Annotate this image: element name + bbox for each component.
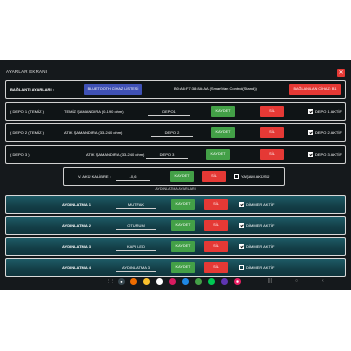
app-icon-8[interactable]	[208, 278, 215, 285]
tank-label: ( DEPO 1 (TEMİZ )	[10, 109, 44, 114]
battery-calibration-input[interactable]: -0,6	[116, 172, 150, 181]
app-icon-6[interactable]	[182, 278, 189, 285]
bluetooth-list-button[interactable]: BLUETOOTH CİHAZ LİSTESİ	[84, 84, 142, 95]
tank-row-3: ( DEPO 3 ) ATIK ŞAMANDIRA (33-240 ohm) D…	[5, 145, 346, 164]
tank-label: ( DEPO 3 )	[10, 152, 30, 157]
tank-name-input[interactable]: DEPO 2	[151, 128, 193, 137]
light-row-2: AYDINLATMA 2 OTURUM KAYDET SİL DİMMER AK…	[5, 216, 346, 235]
tank-label: ( DEPO 2 (TEMİZ )	[10, 130, 44, 135]
app-icon-3[interactable]	[143, 278, 150, 285]
save-button[interactable]: KAYDET	[211, 106, 235, 117]
save-button[interactable]: KAYDET	[170, 171, 194, 182]
home-icon[interactable]: ○	[295, 278, 298, 285]
delete-button[interactable]: SİL	[204, 241, 228, 252]
dimmer-label: DİMMER AKTİF	[246, 265, 275, 270]
tank-active-checkbox[interactable]	[308, 109, 313, 114]
app-icon-9[interactable]	[221, 278, 228, 285]
light-label: AYDINLATMA 1	[62, 202, 91, 207]
battery-calibration-row: V. AKÜ KALİBRE : -0,6 KAYDET SİL YAŞAM A…	[63, 167, 285, 186]
light-name-input[interactable]: OTURUM	[116, 221, 156, 230]
connection-row: BAĞLANTI AYARLARI : BLUETOOTH CİHAZ LİST…	[5, 80, 346, 99]
light-label: AYDINLATMA 4	[62, 265, 91, 270]
app-icon-5[interactable]	[169, 278, 176, 285]
tank-sensor: ATIK ŞAMANDIRA (33-240 ohm)	[64, 130, 123, 135]
battery-alarm-label: YAŞAM AKÜSÜ	[241, 174, 270, 179]
delete-button[interactable]: SİL	[202, 171, 226, 182]
recents-icon[interactable]: |||	[268, 278, 272, 285]
delete-button[interactable]: SİL	[260, 127, 284, 138]
delete-button[interactable]: SİL	[260, 149, 284, 160]
dimmer-checkbox[interactable]	[239, 265, 244, 270]
connection-label: BAĞLANTI AYARLARI :	[10, 87, 55, 92]
tank-name-input[interactable]: DEPO1	[148, 107, 190, 116]
delete-button[interactable]: SİL	[204, 220, 228, 231]
dimmer-checkbox[interactable]	[239, 202, 244, 207]
dimmer-checkbox[interactable]	[239, 223, 244, 228]
dimmer-label: DİMMER AKTİF	[246, 223, 275, 228]
app-screen: AYARLAR EKRANI ✕ BAĞLANTI AYARLARI : BLU…	[0, 60, 351, 290]
tank-active-checkbox[interactable]	[308, 130, 313, 135]
light-label: AYDINLATMA 2	[62, 223, 91, 228]
save-button[interactable]: KAYDET	[171, 262, 195, 273]
light-name-input[interactable]: KAPI LED	[116, 242, 156, 251]
light-row-4: AYDINLATMA 4 AYDINLATMA 3 KAYDET SİL DİM…	[5, 258, 346, 277]
save-button[interactable]: KAYDET	[211, 127, 235, 138]
battery-label: V. AKÜ KALİBRE :	[78, 174, 111, 179]
device-info: B0:A6:F7:38:8A:AA (SmartVan Control(Stan…	[174, 86, 257, 91]
tank-sensor: TEMİZ ŞAMANDIRA (0-190 ohm)	[64, 109, 124, 114]
system-navbar: ⋮⋮ ● ✱ ||| ○ ‹	[0, 278, 351, 288]
tank-active-label: DEPO 1 AKTİF	[315, 109, 342, 114]
save-button[interactable]: KAYDET	[206, 149, 230, 160]
tank-row-1: ( DEPO 1 (TEMİZ ) TEMİZ ŞAMANDIRA (0-190…	[5, 102, 346, 121]
lighting-section-label: AYDINLATMA AYARLARI	[155, 187, 196, 191]
delete-button[interactable]: SİL	[260, 106, 284, 117]
app-icon-1[interactable]: ●	[118, 278, 125, 285]
light-label: AYDINLATMA 3	[62, 244, 91, 249]
tank-active-checkbox[interactable]	[308, 152, 313, 157]
dimmer-label: DİMMER AKTİF	[246, 202, 275, 207]
dimmer-label: DİMMER AKTİF	[246, 244, 275, 249]
tank-active-label: DEPO 3 AKTİF	[315, 152, 342, 157]
delete-button[interactable]: SİL	[204, 262, 228, 273]
tank-active-label: DEPO 2 AKTİF	[315, 130, 342, 135]
light-row-3: AYDINLATMA 3 KAPI LED KAYDET SİL DİMMER …	[5, 237, 346, 256]
back-icon[interactable]: ‹	[322, 278, 324, 285]
save-button[interactable]: KAYDET	[171, 199, 195, 210]
light-row-1: AYDINLATMA 1 MUTFAK KAYDET SİL DİMMER AK…	[5, 195, 346, 214]
delete-button[interactable]: SİL	[204, 199, 228, 210]
connected-device-button[interactable]: BAĞLANILAN CİHAZ: B1	[289, 84, 341, 95]
save-button[interactable]: KAYDET	[171, 220, 195, 231]
light-name-input[interactable]: AYDINLATMA 3	[116, 263, 156, 272]
app-icon-4[interactable]	[156, 278, 163, 285]
app-icon-7[interactable]	[195, 278, 202, 285]
tank-sensor: ATIK ŞAMANDIRA (33-240 ohm)	[86, 152, 145, 157]
app-icon-10[interactable]: ✱	[234, 278, 241, 285]
tank-name-input[interactable]: DEPO 3	[146, 150, 188, 159]
light-name-input[interactable]: MUTFAK	[116, 200, 156, 209]
battery-alarm-checkbox[interactable]	[234, 174, 239, 179]
app-icon-2[interactable]	[130, 278, 137, 285]
title-bar: AYARLAR EKRANI ✕	[0, 66, 351, 80]
save-button[interactable]: KAYDET	[171, 241, 195, 252]
page-title: AYARLAR EKRANI	[6, 69, 48, 74]
dimmer-checkbox[interactable]	[239, 244, 244, 249]
close-button[interactable]: ✕	[337, 69, 345, 77]
tank-row-2: ( DEPO 2 (TEMİZ ) ATIK ŞAMANDIRA (33-240…	[5, 123, 346, 142]
apps-grid-icon[interactable]: ⋮⋮	[107, 278, 114, 285]
